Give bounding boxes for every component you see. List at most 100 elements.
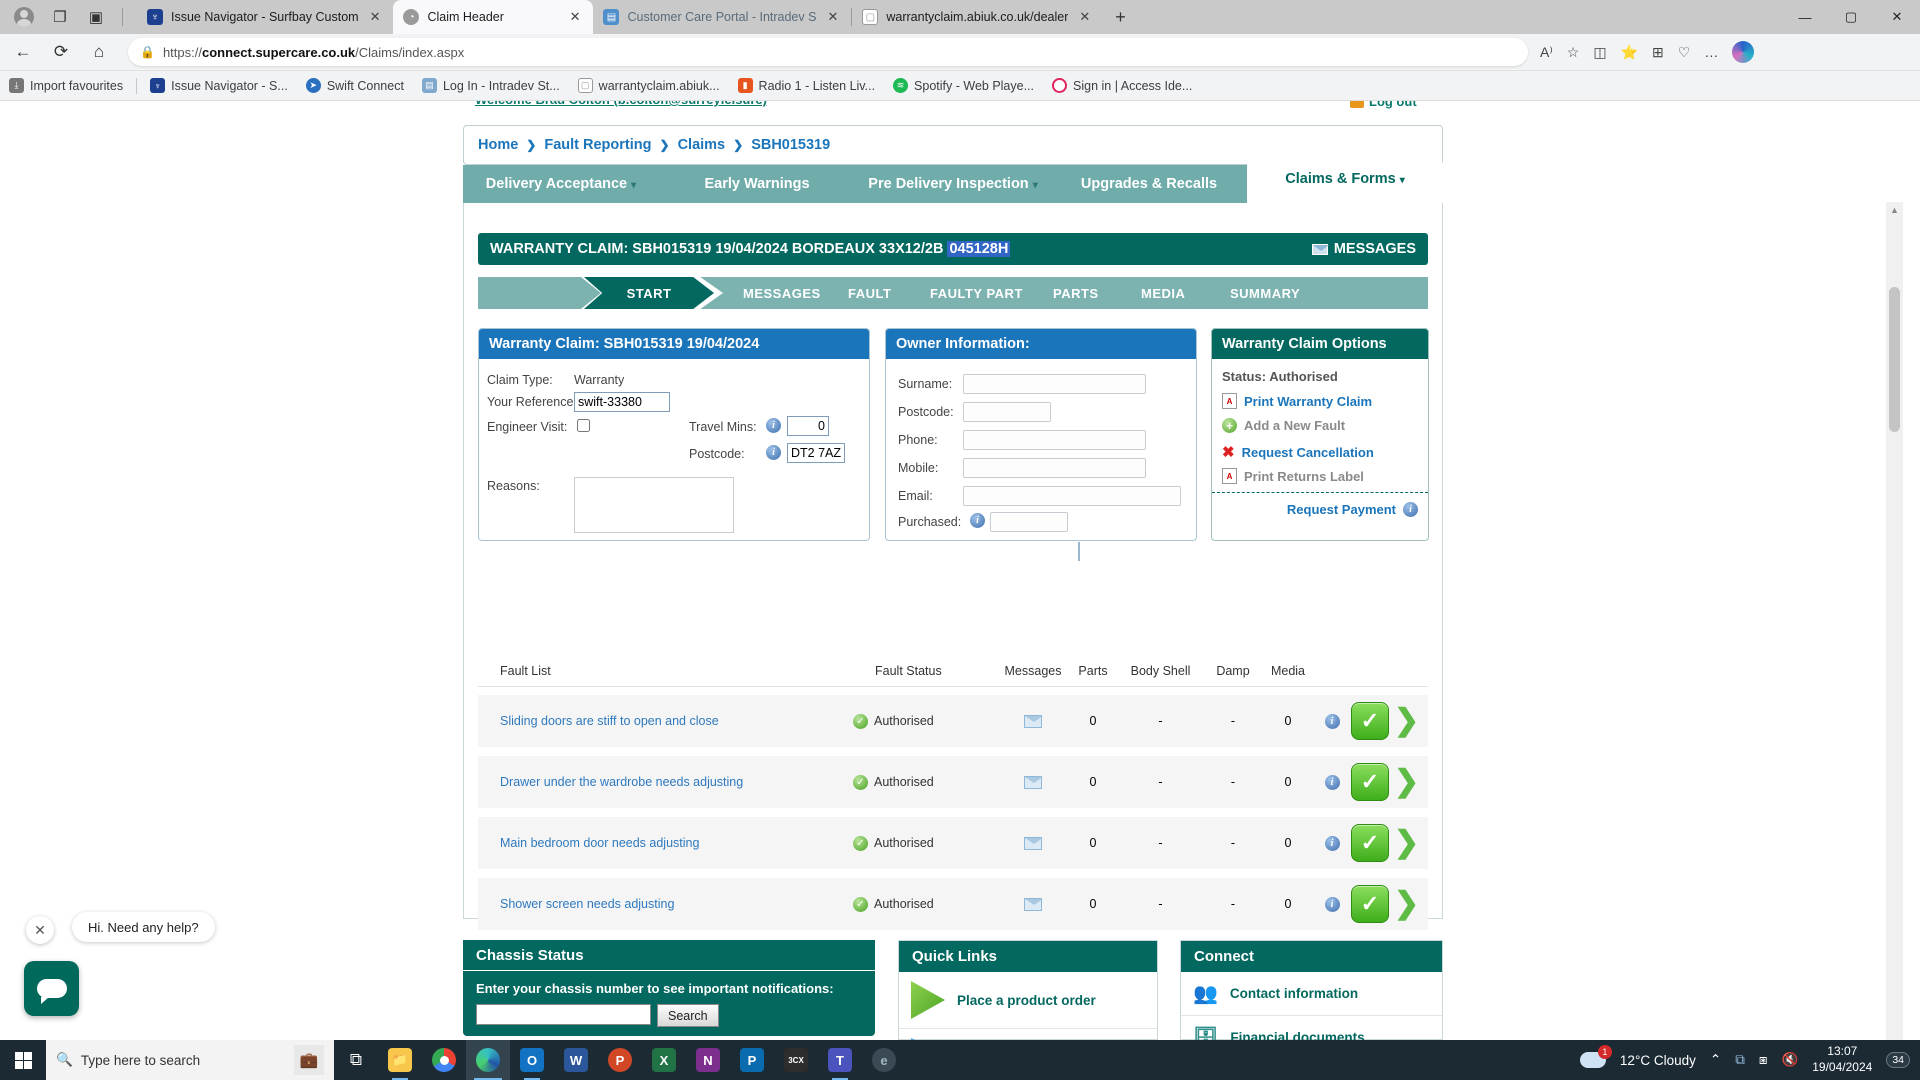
taskbar-edge[interactable] <box>466 1040 510 1080</box>
page-scrollbar[interactable]: ▲ <box>1886 202 1903 1040</box>
financial-documents-link[interactable]: 🗄Financial documents <box>1181 1016 1442 1040</box>
messages-envelope-icon[interactable] <box>1024 715 1042 728</box>
chassis-number-input[interactable] <box>476 1004 651 1025</box>
owner-postcode-input[interactable] <box>963 402 1051 422</box>
bookmark-radio1[interactable]: ▮Radio 1 - Listen Liv... <box>729 78 885 93</box>
taskbar-3cx[interactable]: 3CX <box>774 1040 818 1080</box>
step-start[interactable]: START <box>584 277 714 309</box>
taskbar-file-explorer[interactable]: 📁 <box>378 1040 422 1080</box>
bookmark-spotify[interactable]: ≋Spotify - Web Playe... <box>884 78 1043 93</box>
breadcrumb-home[interactable]: Home <box>478 137 518 153</box>
profile-avatar-icon[interactable] <box>14 7 34 27</box>
maximize-button[interactable]: ▢ <box>1828 0 1874 34</box>
postcode-input[interactable] <box>787 443 845 463</box>
tab-claims-forms[interactable]: Claims & Forms ▾ <box>1247 160 1443 208</box>
tab-close-icon[interactable]: ✕ <box>1076 9 1093 25</box>
bookmark-issue-navigator[interactable]: ♆Issue Navigator - S... <box>141 78 297 93</box>
volume-muted-icon[interactable]: 🔇 <box>1781 1052 1798 1068</box>
home-icon[interactable]: ⌂ <box>84 37 114 67</box>
engineer-visit-checkbox[interactable] <box>577 419 590 432</box>
favorite-star-icon[interactable]: ☆ <box>1567 44 1580 61</box>
weather-text[interactable]: 12°C Cloudy <box>1620 1053 1696 1068</box>
your-reference-input[interactable] <box>574 392 670 412</box>
messages-envelope-icon[interactable] <box>1024 898 1042 911</box>
close-button[interactable]: ✕ <box>1874 0 1920 34</box>
taskbar-teams[interactable]: T <box>818 1040 862 1080</box>
step-parts[interactable]: PARTS <box>1053 286 1099 301</box>
mobile-input[interactable] <box>963 458 1146 478</box>
fault-link[interactable]: Main bedroom door needs adjusting <box>478 836 853 850</box>
email-input[interactable] <box>963 486 1181 506</box>
scrollbar-up-icon[interactable]: ▲ <box>1886 202 1903 215</box>
taskbar-onenote[interactable]: N <box>686 1040 730 1080</box>
task-view-icon[interactable]: ⧉ <box>334 1040 378 1080</box>
messages-envelope-icon[interactable] <box>1024 837 1042 850</box>
back-icon[interactable]: ← <box>8 37 38 67</box>
postcode-info-icon[interactable]: i <box>766 445 781 460</box>
request-payment-link[interactable]: Request Paymenti <box>1287 502 1418 517</box>
start-button[interactable] <box>0 1040 46 1080</box>
approve-button[interactable]: ✓ <box>1351 702 1389 740</box>
bookmark-warrantyclaim[interactable]: ▢warrantyclaim.abiuk... <box>569 78 729 93</box>
contact-information-link[interactable]: 👥Contact information <box>1181 972 1442 1016</box>
wifi-icon[interactable]: ⧆ <box>1759 1052 1768 1068</box>
taskbar-chrome[interactable] <box>422 1040 466 1080</box>
step-fault[interactable]: FAULT <box>848 286 891 301</box>
open-fault-arrow-icon[interactable]: ❯ <box>1394 828 1419 858</box>
breadcrumb-fault-reporting[interactable]: Fault Reporting <box>544 137 651 153</box>
step-messages[interactable]: MESSAGES <box>743 286 821 301</box>
purchased-info-icon[interactable]: i <box>970 513 985 528</box>
cast-icon[interactable]: ⧉ <box>1735 1052 1745 1068</box>
tab-close-icon[interactable]: ✕ <box>824 9 841 25</box>
browser-tab-customer-care[interactable]: ▤ Customer Care Portal - Intradev S ✕ <box>593 0 851 34</box>
collections-icon[interactable]: ⊞ <box>1652 44 1664 61</box>
tab-pre-delivery-inspection[interactable]: Pre Delivery Inspection ▾ <box>855 176 1051 192</box>
logout-link[interactable]: Log out <box>1350 101 1417 112</box>
tab-delivery-acceptance[interactable]: Delivery Acceptance ▾ <box>463 176 659 192</box>
taskbar-clock[interactable]: 13:0719/04/2024 <box>1812 1044 1872 1075</box>
tray-chevron-icon[interactable]: ⌃ <box>1710 1052 1721 1068</box>
refresh-icon[interactable]: ⟳ <box>46 37 76 67</box>
bookmark-log-in-intradev[interactable]: ▤Log In - Intradev St... <box>413 78 569 93</box>
favorites-bar-icon[interactable]: ⭐ <box>1621 44 1638 61</box>
tab-upgrades-recalls[interactable]: Upgrades & Recalls <box>1051 176 1247 192</box>
step-faulty-part[interactable]: FAULTY PART <box>930 286 1023 301</box>
browser-tab-warrantyclaim[interactable]: ▢ warrantyclaim.abiuk.co.uk/dealer ✕ <box>852 0 1103 34</box>
workspaces-icon[interactable]: ❐ <box>50 7 70 27</box>
taskbar-search[interactable]: 🔍 Type here to search 💼 <box>46 1040 334 1080</box>
taskbar-outlook[interactable]: O <box>510 1040 554 1080</box>
add-new-fault-link[interactable]: +Add a New Fault <box>1222 418 1345 433</box>
messages-envelope-icon[interactable] <box>1024 776 1042 789</box>
taskbar-word[interactable]: W <box>554 1040 598 1080</box>
bookmark-import-favourites[interactable]: ⤓Import favourites <box>0 78 132 93</box>
bookmark-access-identity[interactable]: Sign in | Access Ide... <box>1043 78 1201 93</box>
browser-tab-claim-header[interactable]: ◔ Claim Header ✕ <box>393 0 593 34</box>
request-cancellation-link[interactable]: ✖Request Cancellation <box>1222 443 1374 461</box>
browser-essentials-icon[interactable]: ♡ <box>1678 44 1691 61</box>
fault-info-icon[interactable]: i <box>1325 836 1340 851</box>
print-returns-label-link[interactable]: APrint Returns Label <box>1222 468 1364 484</box>
surname-input[interactable] <box>963 374 1146 394</box>
taskbar-internet-explorer[interactable]: e <box>862 1040 906 1080</box>
notification-count-badge[interactable]: 34 <box>1886 1052 1910 1068</box>
open-fault-arrow-icon[interactable]: ❯ <box>1394 889 1419 919</box>
read-aloud-icon[interactable]: A⁾ <box>1540 44 1553 61</box>
travel-info-icon[interactable]: i <box>766 418 781 433</box>
print-warranty-claim-link[interactable]: APrint Warranty Claim <box>1222 393 1372 409</box>
address-bar[interactable]: 🔒 https://connect.supercare.co.uk/Claims… <box>128 38 1528 66</box>
new-tab-button[interactable]: + <box>1103 7 1138 28</box>
browser-tab-issue-navigator[interactable]: ♆ Issue Navigator - Surfbay Custom ✕ <box>137 0 393 34</box>
fault-info-icon[interactable]: i <box>1325 897 1340 912</box>
approve-button[interactable]: ✓ <box>1351 885 1389 923</box>
split-screen-icon[interactable]: ◫ <box>1593 44 1606 61</box>
weather-icon[interactable]: 1 <box>1580 1052 1606 1068</box>
step-summary[interactable]: SUMMARY <box>1230 286 1300 301</box>
chassis-search-button[interactable]: Search <box>657 1004 719 1027</box>
messages-button[interactable]: MESSAGES <box>1312 241 1416 257</box>
place-product-order-link[interactable]: Place a product order <box>899 972 1157 1029</box>
chat-launcher-button[interactable] <box>24 961 79 1016</box>
fault-info-icon[interactable]: i <box>1325 775 1340 790</box>
fault-info-icon[interactable]: i <box>1325 714 1340 729</box>
phone-input[interactable] <box>963 430 1146 450</box>
breadcrumb-claims[interactable]: Claims <box>678 137 726 153</box>
